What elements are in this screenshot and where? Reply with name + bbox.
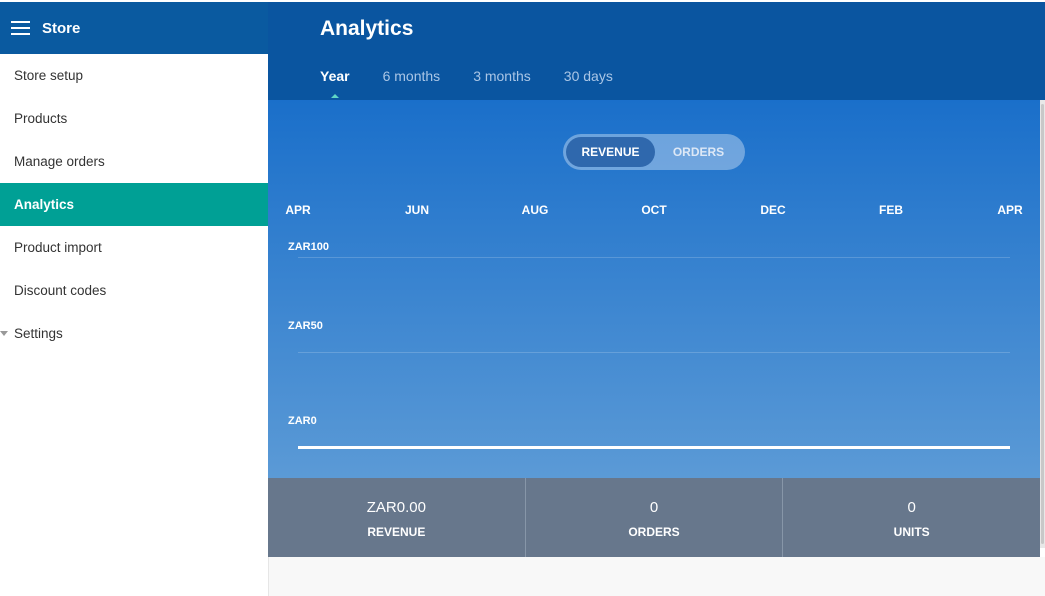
stat-orders: 0 ORDERS bbox=[526, 478, 784, 557]
tab-6-months[interactable]: 6 months bbox=[383, 68, 441, 98]
x-tick-label: APR bbox=[285, 203, 311, 217]
y-tick-label: ZAR0 bbox=[288, 415, 317, 427]
y-tick-label: ZAR50 bbox=[288, 320, 323, 332]
sidebar-item-discount-codes[interactable]: Discount codes bbox=[0, 269, 268, 312]
page-title: Analytics bbox=[320, 17, 414, 40]
store-title: Store bbox=[42, 19, 81, 37]
caret-down-icon bbox=[0, 331, 8, 336]
menu-icon[interactable] bbox=[11, 21, 30, 35]
tab-year[interactable]: Year bbox=[320, 68, 350, 98]
gridline bbox=[298, 352, 1010, 353]
sidebar-item-settings[interactable]: Settings bbox=[0, 312, 268, 355]
sidebar-item-label: Settings bbox=[14, 326, 63, 341]
tab-30-days[interactable]: 30 days bbox=[564, 68, 613, 98]
gridline bbox=[298, 257, 1010, 258]
sidebar-item-manage-orders[interactable]: Manage orders bbox=[0, 140, 268, 183]
sidebar-item-label: Analytics bbox=[14, 197, 75, 212]
x-tick-label: DEC bbox=[760, 203, 786, 217]
stat-label: REVENUE bbox=[367, 525, 426, 539]
sidebar-item-label: Store setup bbox=[14, 68, 84, 83]
stat-revenue: ZAR0.00 REVENUE bbox=[268, 478, 526, 557]
sidebar-item-label: Manage orders bbox=[14, 154, 105, 169]
header: Analytics Year 6 months 3 months 30 days bbox=[268, 2, 1045, 100]
scrollbar[interactable] bbox=[1040, 100, 1045, 548]
stat-units: 0 UNITS bbox=[783, 478, 1040, 557]
sidebar-item-product-import[interactable]: Product import bbox=[0, 226, 268, 269]
chart-area: REVENUE ORDERS APR JUN AUG OCT DEC FEB A… bbox=[268, 100, 1040, 478]
x-tick-label: APR bbox=[997, 203, 1023, 217]
stat-value: ZAR0.00 bbox=[366, 499, 426, 516]
revenue-toggle-button[interactable]: REVENUE bbox=[566, 137, 655, 167]
sidebar-item-label: Product import bbox=[14, 240, 102, 255]
stat-label: ORDERS bbox=[628, 525, 680, 539]
stats-bar: ZAR0.00 REVENUE 0 ORDERS 0 UNITS bbox=[268, 478, 1040, 557]
sidebar-item-store-setup[interactable]: Store setup bbox=[0, 54, 268, 97]
stat-value: 0 bbox=[649, 499, 659, 516]
metric-toggle: REVENUE ORDERS bbox=[563, 134, 745, 170]
x-tick-label: FEB bbox=[879, 203, 903, 217]
x-tick-label: AUG bbox=[521, 203, 549, 217]
scrollbar-thumb[interactable] bbox=[1041, 104, 1044, 544]
store-bar: Store bbox=[0, 2, 268, 54]
revenue-series-line bbox=[298, 446, 1010, 449]
tab-3-months[interactable]: 3 months bbox=[473, 68, 531, 98]
content-background bbox=[268, 557, 1045, 596]
sidebar-item-analytics[interactable]: Analytics bbox=[0, 183, 268, 226]
period-tabs: Year 6 months 3 months 30 days bbox=[320, 68, 646, 98]
y-tick-label: ZAR100 bbox=[288, 241, 329, 253]
sidebar-item-label: Products bbox=[14, 111, 68, 126]
sidebar: Store setup Products Manage orders Analy… bbox=[0, 54, 268, 596]
stat-value: 0 bbox=[907, 499, 916, 516]
x-tick-label: OCT bbox=[641, 203, 667, 217]
orders-toggle-button[interactable]: ORDERS bbox=[655, 137, 742, 167]
sidebar-item-label: Discount codes bbox=[14, 283, 107, 298]
x-tick-label: JUN bbox=[404, 203, 430, 217]
app: Store Store setup Products Manage orders… bbox=[0, 0, 1045, 596]
stat-label: UNITS bbox=[893, 525, 930, 539]
sidebar-item-products[interactable]: Products bbox=[0, 97, 268, 140]
